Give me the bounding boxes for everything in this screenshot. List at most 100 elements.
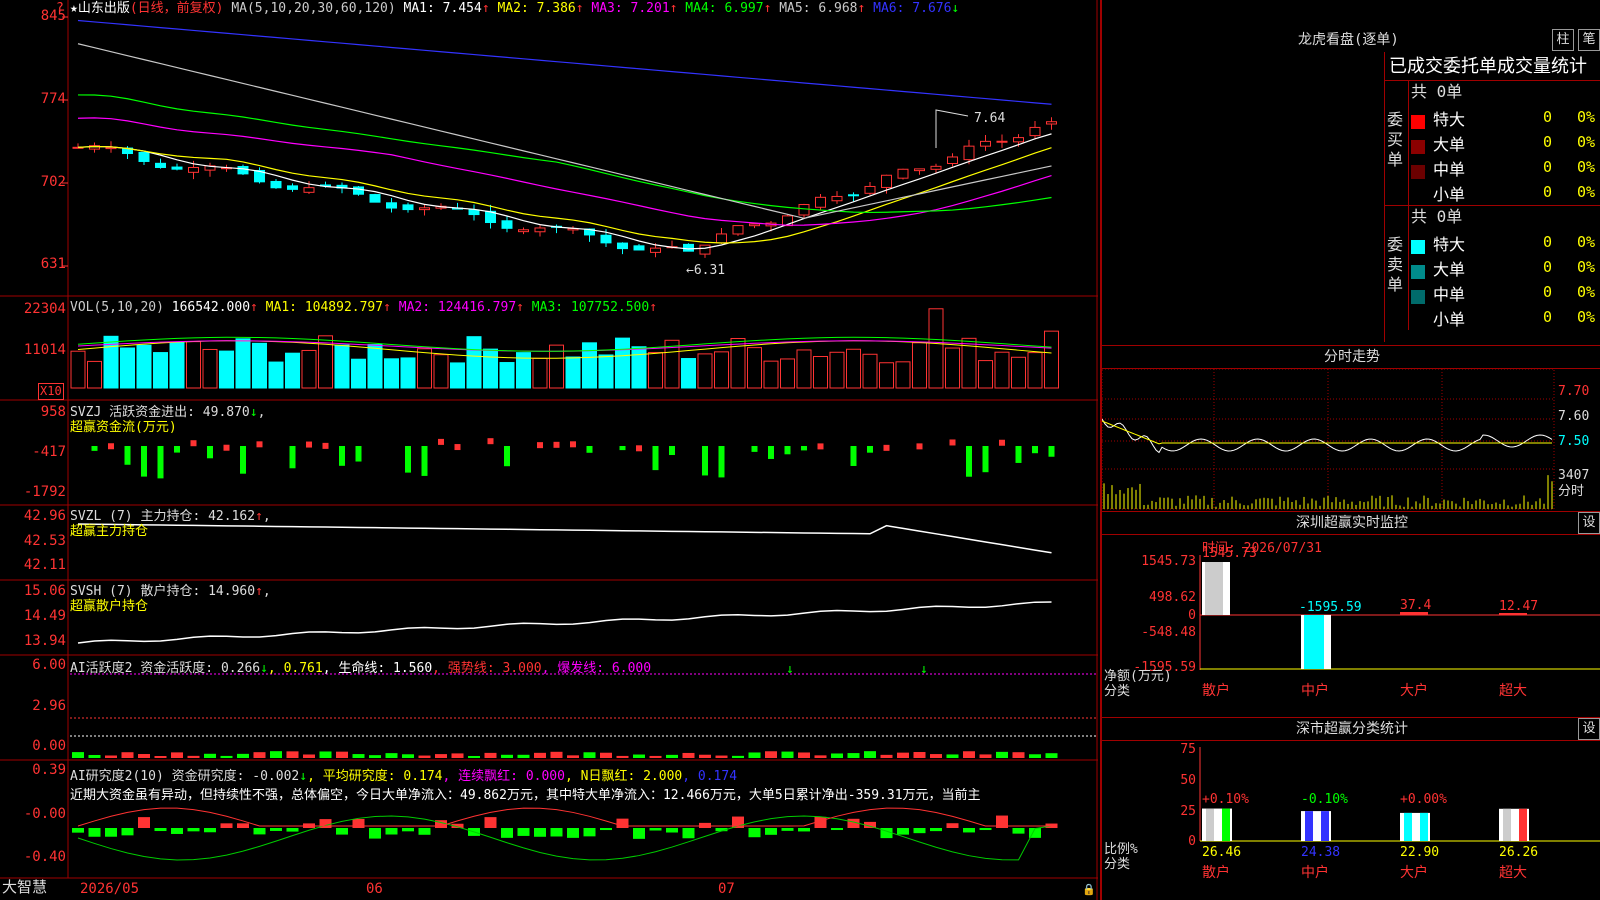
research-bar-negative <box>550 828 563 837</box>
order-stats-tab[interactable]: 已成交委托单成交量统计 <box>1389 56 1587 78</box>
color-swatch-icon <box>1411 315 1425 329</box>
price-axis-label-2: 702 <box>40 174 66 190</box>
flow-bar-negative <box>801 446 807 451</box>
activity-bar <box>402 754 414 758</box>
activity-bar <box>616 755 629 758</box>
research-bar-negative <box>72 828 84 833</box>
stat-value-1: 24.38 <box>1301 845 1340 860</box>
research-bar-negative <box>831 828 843 831</box>
activity-bar <box>1045 753 1058 758</box>
buy-row: 小单 0 0% <box>1411 181 1600 204</box>
activity-bar <box>286 751 299 758</box>
candle <box>419 207 430 211</box>
flow-bar-positive <box>322 442 329 449</box>
ai2-description: 近期大资金虽有异动，但持续性不强，总体偏空，今日大单净流入：49.862万元，其… <box>70 788 981 803</box>
activity-bar <box>171 752 183 758</box>
activity-bar <box>781 751 794 758</box>
candle <box>749 223 760 227</box>
chart-area[interactable]: ↓ ↓ ★山东出版(日线，前复权) MA(5,10,20,30,60,120) M… <box>0 0 1098 900</box>
volume-bar <box>483 348 498 389</box>
monitor-settings-button[interactable]: 设 <box>1578 512 1600 534</box>
color-swatch-icon <box>1411 139 1425 154</box>
candle <box>798 204 810 216</box>
stat-bar-1-shade2 <box>1321 811 1329 841</box>
activity-bar <box>468 755 480 758</box>
stock-name[interactable]: 山东出版 <box>78 1 130 16</box>
ai1-burstline: , 爆发线: 6.000 <box>541 661 652 676</box>
up-arrow-icon: ↑ <box>255 509 263 524</box>
flow-bar-negative <box>339 446 345 466</box>
research-bar-negative <box>154 828 167 832</box>
flow-bar-negative <box>982 446 989 473</box>
flow-bar-negative <box>421 446 428 476</box>
stat-pct-0: +0.10% <box>1202 792 1249 807</box>
monitor-axis-label-1: 498.62 <box>1149 590 1196 605</box>
research-bar-negative <box>253 828 266 835</box>
flow-bar-positive <box>454 444 461 451</box>
activity-bar <box>682 752 695 758</box>
candle <box>386 202 397 209</box>
buy-name: 中单 <box>1433 160 1466 179</box>
ai2-nred: , N日飘红: 2.000 <box>564 769 683 784</box>
vol-value-3: MA3: 107752.500 <box>523 300 650 315</box>
flow-bar-positive <box>256 441 263 448</box>
volume-bar <box>565 356 581 389</box>
star-icon[interactable]: ★ <box>70 1 78 16</box>
vol-ma3-line <box>77 336 1052 352</box>
svsh-axis-label-1: 14.49 <box>23 608 66 624</box>
buy-pct: 0% <box>1577 183 1596 201</box>
research-bar-negative <box>88 828 101 837</box>
buy-value: 0 <box>1543 133 1553 151</box>
activity-bar <box>666 754 678 758</box>
tick-view-button[interactable]: 笔 <box>1578 29 1600 51</box>
volume-bar <box>796 349 812 389</box>
activity-bar <box>946 754 959 758</box>
research-bar-negative <box>187 828 200 832</box>
research-bar-negative <box>517 828 530 836</box>
flow-bar-negative <box>504 446 510 467</box>
candle <box>947 156 958 164</box>
buy-pct: 0% <box>1577 133 1596 151</box>
main-header: ★山东出版(日线，前复权) MA(5,10,20,30,60,120) MA1:… <box>70 1 959 16</box>
candle <box>683 243 694 252</box>
lock-icon[interactable]: 🔒 <box>1082 882 1096 897</box>
volume-bar <box>780 358 795 389</box>
sell-row: 小单 0 0% <box>1411 306 1600 329</box>
flow-bar-positive <box>537 442 543 449</box>
ma-value-2: MA3: 7.201 <box>583 1 670 16</box>
activity-bar <box>484 752 497 758</box>
monitor-category-3: 超大 <box>1499 683 1527 699</box>
volume-bar <box>450 362 465 389</box>
flow-bar-positive <box>487 438 494 445</box>
candle <box>1013 137 1024 143</box>
volume-bar <box>681 358 696 389</box>
monitor-bar-sanhu-shade <box>1205 562 1223 615</box>
stat-settings-button[interactable]: 设 <box>1578 718 1600 740</box>
activity-bar <box>418 755 431 758</box>
volume-bar <box>351 358 366 389</box>
ai1-title: AI活跃度2 资金活跃度: 0.266 <box>70 661 261 676</box>
volume-bar <box>186 341 201 389</box>
chart-mode[interactable]: (日线，前复权) <box>130 1 224 16</box>
activity-bar <box>649 755 662 758</box>
activity-bar <box>270 751 282 758</box>
volume-bar <box>87 360 102 389</box>
flow-bar-negative <box>1032 446 1038 454</box>
sell-pct: 0% <box>1577 233 1596 251</box>
candle <box>237 166 249 175</box>
bar-view-button[interactable]: 柱 <box>1552 29 1574 51</box>
intraday-header: 分时走势 <box>1102 345 1600 369</box>
intraday-chart[interactable]: 7.70 7.60 7.50 3407分时 <box>1102 369 1600 511</box>
stat-bar-3-shade2 <box>1519 808 1527 841</box>
research-bar-negative <box>105 828 117 837</box>
ai2-axis-label-0: 0.39 <box>32 762 66 778</box>
flow-bar-negative <box>768 446 774 459</box>
up-arrow-icon: ↑ <box>383 300 391 315</box>
ma6-line <box>77 19 1052 105</box>
flow-bar-negative <box>207 446 213 459</box>
candle <box>402 204 414 211</box>
down-arrow-icon: ↓ <box>786 662 794 677</box>
stat-category-3: 超大 <box>1499 865 1527 881</box>
candle <box>650 247 661 253</box>
volume-bar <box>829 351 845 389</box>
